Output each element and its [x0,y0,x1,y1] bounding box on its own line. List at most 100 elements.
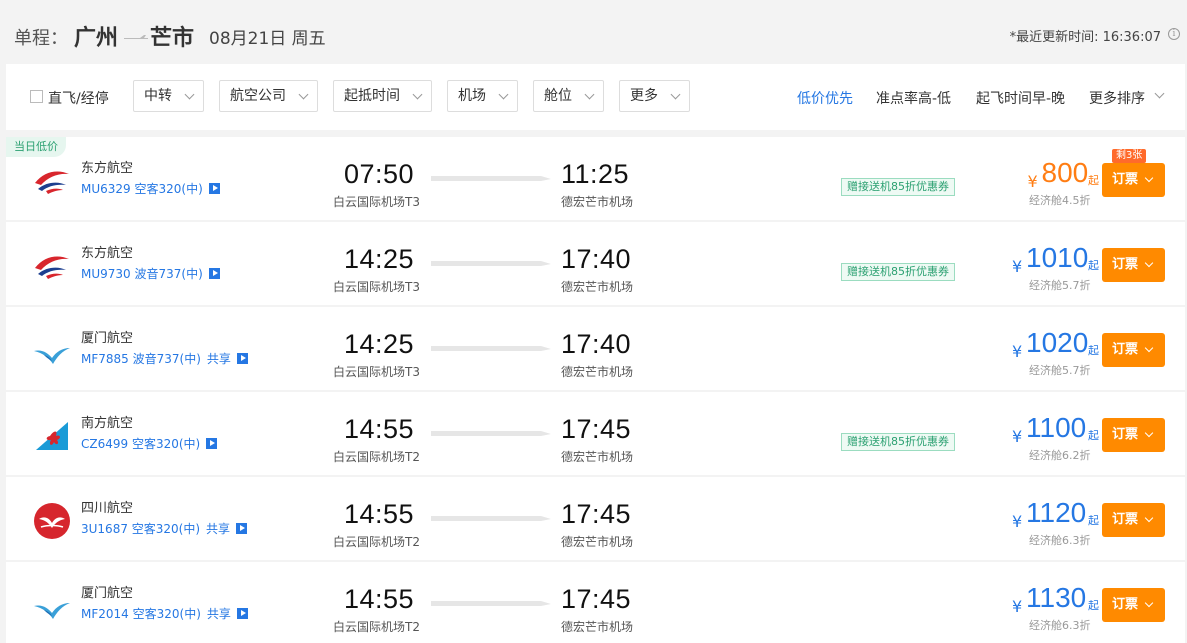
sort-on-time[interactable]: 准点率高-低 [876,88,951,108]
flight-number-aircraft[interactable]: MF2014 空客320(中) [81,607,201,621]
price-currency: ¥ [1012,427,1023,446]
sort-low-price[interactable]: 低价优先 [797,88,853,108]
cabin-discount: 经济舱6.2折 [1029,449,1091,462]
sort-departure-time[interactable]: 起飞时间早-晚 [976,88,1065,108]
filter-transfer[interactable]: 中转 [133,80,204,112]
departure-airport: 白云国际机场T2 [333,620,420,634]
flight-row: 厦门航空 MF7885 波音737(中) 共享 14:25 白云国际机场T3 17… [6,307,1185,390]
china-southern-logo-icon [32,416,72,456]
filter-cabin[interactable]: 舱位 [533,80,604,112]
arrival-time: 17:45 [561,414,632,444]
flight-info[interactable]: MF2014 空客320(中) 共享 [81,605,248,622]
codeshare-label: 共享 [206,522,231,536]
flight-number-aircraft[interactable]: CZ6499 空客320(中) [81,437,200,451]
cabin-discount: 经济舱6.3折 [1029,534,1091,547]
departure-airport: 白云国际机场T2 [333,535,420,549]
cabin-discount: 经济舱5.7折 [1029,279,1091,292]
book-button-label: 订票 [1112,342,1139,357]
chevron-down-icon [1144,343,1154,353]
chevron-down-icon [184,89,195,100]
book-button[interactable]: 订票 [1102,503,1165,537]
filter-airline[interactable]: 航空公司 [219,80,318,112]
chevron-down-icon [1144,428,1154,438]
sort-more[interactable]: 更多排序 [1089,88,1145,108]
play-icon[interactable] [236,608,248,619]
play-icon[interactable] [206,438,218,449]
departure-date[interactable]: 08月21日 周五 [209,24,326,49]
chevron-down-icon [1144,513,1154,523]
departure-time: 14:55 [344,584,415,614]
filter-time[interactable]: 起抵时间 [333,80,432,112]
flight-row: 南方航空 CZ6499 空客320(中) 14:55 白云国际机场T2 17:4… [6,392,1185,475]
play-icon[interactable] [236,523,248,534]
china-eastern-logo-icon [32,161,72,201]
book-button-label: 订票 [1112,512,1139,527]
chevron-down-icon [498,89,509,100]
cabin-discount: 经济舱4.5折 [1029,194,1091,207]
price-amount: 1010 [1026,242,1089,273]
arrival-city[interactable]: 芒市 [150,20,194,52]
coupon-tag[interactable]: 赠接送机85折优惠券 [841,178,955,196]
coupon-tag[interactable]: 赠接送机85折优惠券 [841,433,955,451]
filter-label: 更多 [630,88,658,104]
price-amount: 1100 [1026,412,1087,443]
info-circle-icon[interactable]: i [1168,28,1180,40]
flight-row: 东方航空 MU9730 波音737(中) 14:25 白云国际机场T3 17:4… [6,222,1185,305]
price-amount: 1020 [1026,327,1089,358]
price-currency: ¥ [1027,172,1038,191]
chevron-down-icon [298,89,309,100]
flight-number-aircraft[interactable]: 3U1687 空客320(中) [81,522,200,536]
codeshare-label: 共享 [206,607,231,621]
play-icon[interactable] [236,353,248,364]
airline-name: 东方航空 [81,246,134,261]
price-from-label: 起 [1088,174,1099,187]
filter-airport[interactable]: 机场 [447,80,518,112]
flight-info[interactable]: MU6329 空客320(中) [81,180,220,197]
airline-name: 厦门航空 [81,331,134,346]
price-amount: 1130 [1026,582,1087,613]
flight-number-aircraft[interactable]: MU6329 空客320(中) [81,182,203,196]
filter-label: 起抵时间 [344,88,400,104]
departure-city[interactable]: 广州 [74,20,118,52]
flight-info[interactable]: MF7885 波音737(中) 共享 [81,350,248,367]
price-from-label: 起 [1088,259,1099,272]
sichuan-airlines-logo-icon [32,501,72,541]
chevron-down-icon[interactable] [1154,88,1165,99]
departure-airport: 白云国际机场T3 [333,195,420,209]
route-arrow-icon [124,35,148,39]
play-icon[interactable] [208,183,220,194]
book-button[interactable]: 订票 [1102,588,1165,622]
arrival-time: 11:25 [561,159,630,189]
book-button[interactable]: 订票 [1102,163,1165,197]
flight-info[interactable]: MU9730 波音737(中) [81,265,220,282]
book-button[interactable]: 订票 [1102,248,1165,282]
departure-time: 14:55 [344,499,415,529]
arrival-airport: 德宏芒市机场 [561,450,634,464]
play-icon[interactable] [208,268,220,279]
cabin-discount: 经济舱6.3折 [1029,619,1091,632]
price-from-label: 起 [1088,599,1099,612]
trip-type: 单程： [14,28,68,49]
price-currency: ¥ [1012,597,1023,616]
airline-name: 厦门航空 [81,586,134,601]
book-button[interactable]: 订票 [1102,333,1165,367]
filter-label: 航空公司 [230,88,286,104]
flight-number-aircraft[interactable]: MU9730 波音737(中) [81,267,203,281]
filter-label: 舱位 [544,88,572,104]
price-from-label: 起 [1088,344,1099,357]
flight-info[interactable]: CZ6499 空客320(中) [81,435,218,452]
direct-flight-label[interactable]: 直飞/经停 [48,88,109,108]
flight-route-arrow-icon [431,176,551,181]
codeshare-label: 共享 [206,352,231,366]
flight-route-arrow-icon [431,516,551,521]
coupon-tag[interactable]: 赠接送机85折优惠券 [841,263,955,281]
flight-info[interactable]: 3U1687 空客320(中) 共享 [81,520,248,537]
seats-remaining-badge: 剩3张 [1112,149,1147,163]
book-button-label: 订票 [1112,257,1139,272]
book-button[interactable]: 订票 [1102,418,1165,452]
filter-more[interactable]: 更多 [619,80,690,112]
flight-number-aircraft[interactable]: MF7885 波音737(中) [81,352,201,366]
arrival-time: 17:40 [561,244,632,274]
direct-flight-checkbox[interactable] [30,90,43,103]
chevron-down-icon [412,89,423,100]
